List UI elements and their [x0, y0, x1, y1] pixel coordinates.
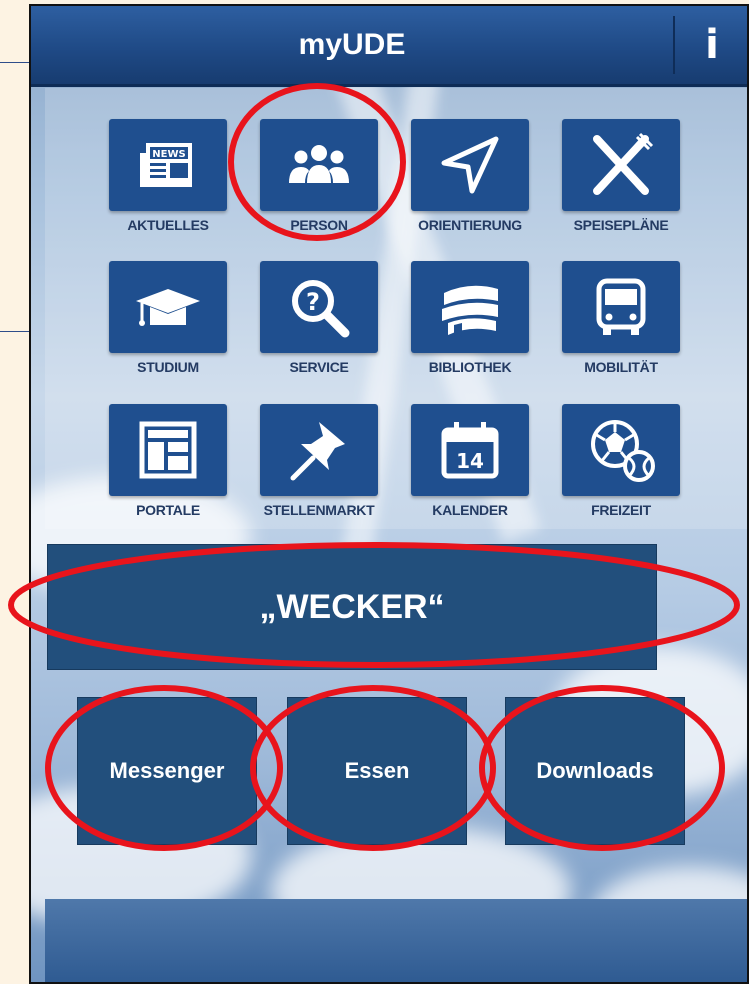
tile-label: AKTUELLES: [127, 217, 209, 233]
svg-text:?: ?: [306, 288, 320, 316]
books-icon: [442, 285, 498, 337]
app-header: myUDE i: [31, 6, 747, 87]
sports-balls-icon: [591, 420, 655, 482]
messenger-button[interactable]: Messenger: [77, 697, 257, 845]
bottom-bar: [45, 899, 747, 982]
tile-orientierung[interactable]: ORIENTIERUNG: [408, 119, 532, 233]
bus-icon: [596, 278, 646, 335]
news-icon: NEWS: [140, 143, 192, 187]
calendar-icon: 14: [441, 422, 499, 479]
downloads-button[interactable]: Downloads: [505, 697, 685, 845]
info-button[interactable]: i: [679, 10, 745, 80]
wecker-button[interactable]: „WECKER“: [47, 544, 657, 670]
graduation-cap-icon: [136, 289, 200, 326]
portal-layout-icon: [139, 421, 197, 479]
svg-text:NEWS: NEWS: [152, 149, 185, 160]
calendar-day: 14: [456, 449, 484, 473]
tile-label: STELLENMARKT: [263, 502, 375, 518]
tile-label: ORIENTIERUNG: [418, 217, 522, 233]
tile-label: KALENDER: [432, 502, 508, 518]
tile-portale[interactable]: PORTALE: [106, 404, 230, 518]
essen-button[interactable]: Essen: [287, 697, 467, 845]
tile-kalender[interactable]: 14 KALENDER: [408, 404, 532, 518]
knife-fork-icon: [593, 132, 654, 195]
tile-service[interactable]: ? SERVICE: [257, 261, 381, 375]
tile-label: FREIZEIT: [591, 502, 651, 518]
tile-mobilitaet[interactable]: MOBILITÄT: [559, 261, 683, 375]
tile-label: PORTALE: [136, 502, 200, 518]
tile-grid: NEWS AKTUELLES PERSON ORIENTIERUNG SPEIS…: [45, 88, 747, 529]
tile-aktuelles[interactable]: NEWS AKTUELLES: [106, 119, 230, 233]
tile-bibliothek[interactable]: BIBLIOTHEK: [408, 261, 532, 375]
tile-label: SERVICE: [289, 359, 349, 375]
navigation-arrow-icon: [441, 136, 499, 194]
header-divider: [673, 16, 675, 74]
tile-stellenmarkt[interactable]: STELLENMARKT: [257, 404, 381, 518]
tile-label: MOBILITÄT: [584, 359, 658, 375]
pushpin-icon: [290, 422, 345, 481]
help-search-icon: ?: [292, 280, 350, 338]
tile-speiseplaene[interactable]: SPEISEPLÄNE: [559, 119, 683, 233]
tile-label: BIBLIOTHEK: [428, 359, 512, 375]
app-title: myUDE: [298, 28, 406, 61]
tile-label: PERSON: [290, 217, 348, 233]
tile-studium[interactable]: STUDIUM: [106, 261, 230, 375]
tile-person[interactable]: PERSON: [257, 119, 381, 233]
tile-label: SPEISEPLÄNE: [573, 217, 669, 233]
tile-freizeit[interactable]: FREIZEIT: [559, 404, 683, 518]
people-icon: [289, 145, 349, 183]
tile-label: STUDIUM: [137, 359, 199, 375]
